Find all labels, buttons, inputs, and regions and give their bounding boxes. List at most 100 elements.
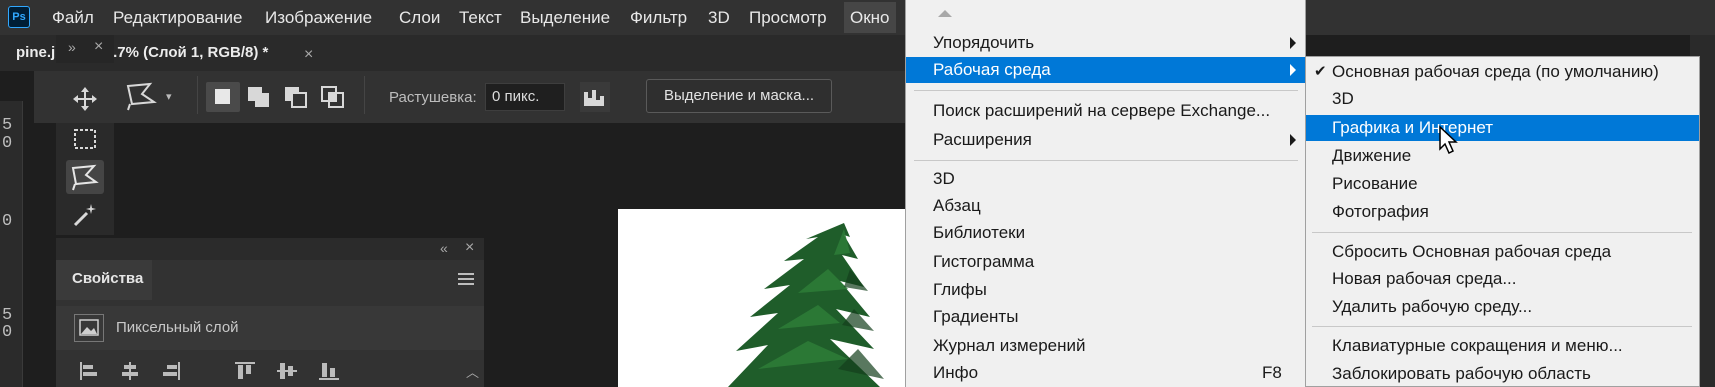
close-panel-icon[interactable]: × [94, 38, 103, 56]
menu-item-measurement-log[interactable]: Журнал измерений [906, 333, 1305, 359]
menu-item-gradients[interactable]: Градиенты [906, 304, 1305, 330]
menu-item-new-workspace[interactable]: Новая рабочая среда... [1306, 266, 1699, 292]
ruler-label: 5 [2, 116, 13, 135]
marquee-tool-icon[interactable] [66, 122, 104, 156]
divider [197, 76, 198, 114]
menu-item-label: Градиенты [933, 307, 1019, 326]
menu-file[interactable]: Файл [52, 0, 94, 35]
menu-item-lock-workspace[interactable]: Заблокировать рабочую область [1306, 361, 1699, 387]
panel-menu-icon[interactable] [458, 272, 474, 291]
document-canvas[interactable] [618, 209, 905, 387]
align-middle-v-icon[interactable] [276, 360, 298, 387]
menu-filter[interactable]: Фильтр [630, 0, 687, 35]
ruler-label: 0 [2, 323, 13, 342]
align-left-icon[interactable] [78, 360, 98, 387]
menu-item-painting[interactable]: Рисование [1306, 171, 1699, 197]
menu-item-label: 3D [1332, 89, 1354, 108]
align-right-icon[interactable] [162, 360, 182, 387]
menu-item-label: Движение [1332, 146, 1412, 165]
submenu-arrow-icon [1290, 134, 1296, 146]
submenu-arrow-icon [1290, 37, 1296, 49]
menu-item-find-extensions[interactable]: Поиск расширений на сервере Exchange... [906, 98, 1305, 124]
menu-item-keyboard-shortcuts[interactable]: Клавиатурные сокращения и меню... [1306, 333, 1699, 359]
intersect-selection-icon[interactable] [318, 82, 348, 117]
menu-item-label: 3D [933, 169, 955, 188]
menu-separator [914, 90, 1298, 91]
menu-item-essentials[interactable]: Основная рабочая среда (по умолчанию) [1306, 59, 1699, 85]
menu-item-label: Инфо [933, 363, 979, 382]
menu-item-extensions[interactable]: Расширения [906, 127, 1305, 153]
menu-select[interactable]: Выделение [520, 0, 610, 35]
menu-separator [914, 160, 1298, 161]
menu-item-label: Сбросить Основная рабочая среда [1332, 242, 1612, 261]
menu-item-label: Фотография [1332, 202, 1429, 221]
subtract-from-selection-icon[interactable] [281, 82, 311, 117]
menu-layers[interactable]: Слои [399, 0, 440, 35]
new-selection-button[interactable] [206, 82, 240, 112]
close-tab-icon[interactable]: × [304, 46, 313, 64]
photoshop-logo-icon[interactable]: Ps [8, 6, 30, 28]
collapse-panel-icon[interactable]: » [68, 39, 76, 55]
expand-panel-icon[interactable]: « [440, 240, 448, 256]
properties-panel-header [56, 238, 484, 260]
scroll-up-icon[interactable] [938, 10, 952, 17]
menu-item-label: Абзац [933, 196, 981, 215]
polygonal-lasso-preset-icon[interactable] [124, 80, 164, 117]
menu-item-label: Новая рабочая среда... [1332, 269, 1517, 288]
feather-input[interactable]: 0 пикс. [485, 83, 565, 111]
select-and-mask-button[interactable]: Выделение и маска... [646, 79, 832, 113]
divider [364, 76, 365, 114]
menu-item-histogram[interactable]: Гистограмма [906, 249, 1305, 275]
menu-item-motion[interactable]: Движение [1306, 143, 1699, 169]
menu-item-libraries[interactable]: Библиотеки [906, 220, 1305, 246]
shortcut-label: F8 [1262, 363, 1282, 382]
menu-item-label: Графика и Интернет [1332, 118, 1494, 137]
pixel-layer-label: Пиксельный слой [116, 319, 239, 336]
feather-label: Растушевка: [389, 89, 477, 106]
menu-item-label: Расширения [933, 130, 1032, 149]
menu-item-paragraph[interactable]: Абзац [906, 193, 1305, 219]
menu-view[interactable]: Просмотр [749, 0, 827, 35]
document-tab[interactable]: pine.jpg @ 16.7% (Слой 1, RGB/8) * [16, 35, 268, 71]
align-center-h-icon[interactable] [120, 360, 140, 387]
menu-image[interactable]: Изображение [265, 0, 372, 35]
align-bottom-icon[interactable] [318, 360, 340, 387]
menu-item-workspace[interactable]: Рабочая среда [906, 57, 1305, 83]
menu-item-3d[interactable]: 3D [906, 166, 1305, 192]
menu-separator [1312, 232, 1692, 233]
pixel-layer-icon [74, 314, 104, 342]
close-panel-icon[interactable]: × [465, 239, 474, 257]
anti-alias-icon[interactable] [580, 82, 610, 112]
menu-item-graphics-web[interactable]: Графика и Интернет [1306, 115, 1699, 141]
menu-3d[interactable]: 3D [708, 0, 730, 35]
menu-item-label: Упорядочить [933, 33, 1035, 52]
menu-item-delete-workspace[interactable]: Удалить рабочую среду... [1306, 294, 1699, 320]
menu-item-label: Основная рабочая среда (по умолчанию) [1332, 62, 1659, 81]
menu-item-label: Гистограмма [933, 252, 1035, 271]
tools-panel-header [56, 35, 114, 63]
magic-wand-tool-icon[interactable] [66, 198, 104, 232]
menu-item-label: Журнал измерений [933, 336, 1086, 355]
chevron-up-icon[interactable]: ︿ [466, 362, 479, 381]
menu-type[interactable]: Текст [459, 0, 502, 35]
menu-item-arrange[interactable]: Упорядочить [906, 30, 1305, 56]
menu-window[interactable]: Окно [844, 2, 896, 33]
add-to-selection-icon[interactable] [244, 82, 274, 117]
polygonal-lasso-tool-icon[interactable] [66, 160, 104, 194]
menu-item-3d-workspace[interactable]: 3D [1306, 86, 1699, 112]
menu-item-label: Удалить рабочую среду... [1332, 297, 1533, 316]
menu-item-reset-workspace[interactable]: Сбросить Основная рабочая среда [1306, 239, 1699, 265]
menu-item-info[interactable]: Инфо [906, 360, 1305, 386]
menu-item-label: Глифы [933, 280, 987, 299]
pine-tree-image [728, 223, 884, 387]
align-top-icon[interactable] [234, 360, 256, 387]
menu-separator [1312, 326, 1692, 327]
menu-item-label: Рабочая среда [933, 60, 1051, 79]
menu-item-glyphs[interactable]: Глифы [906, 277, 1305, 303]
ruler-label: 0 [2, 134, 13, 153]
menu-item-label: Заблокировать рабочую область [1332, 364, 1591, 383]
chevron-down-icon[interactable]: ▾ [166, 90, 172, 103]
move-tool-icon[interactable] [66, 82, 104, 116]
menu-edit[interactable]: Редактирование [113, 0, 243, 35]
menu-item-photography[interactable]: Фотография [1306, 199, 1699, 225]
